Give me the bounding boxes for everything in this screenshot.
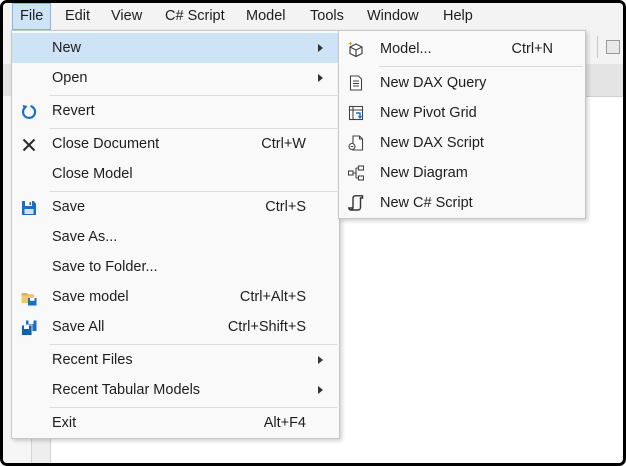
menu-help[interactable]: Help — [436, 3, 480, 30]
menu-item-label: New — [52, 40, 82, 56]
new-model-icon — [348, 41, 363, 57]
submenu-item-label: New DAX Query — [380, 75, 487, 91]
submenu-arrow-icon — [318, 386, 323, 394]
submenu-item-label: Model... — [380, 41, 432, 57]
menubar: File Edit View C# Script Model Tools Win… — [3, 3, 623, 30]
menu-window[interactable]: Window — [360, 3, 426, 30]
dax-query-icon — [349, 75, 363, 91]
menu-item-label: Save As... — [52, 229, 118, 245]
menu-item-open[interactable]: Open — [12, 63, 339, 93]
menu-item-label: Recent Tabular Models — [52, 382, 201, 398]
menu-item-label: Open — [52, 70, 88, 86]
menu-separator — [379, 66, 583, 67]
diagram-icon — [348, 165, 364, 181]
menu-item-shortcut: Ctrl+Shift+S — [227, 319, 306, 335]
submenu-item-pivot-grid[interactable]: New Pivot Grid — [339, 98, 585, 128]
menu-item-label: Save model — [52, 289, 129, 305]
menu-item-label: Save — [52, 199, 86, 215]
save-model-icon — [21, 293, 37, 306]
menu-item-save-model[interactable]: Save model Ctrl+Alt+S — [12, 282, 339, 312]
menu-item-label: Save All — [52, 319, 105, 335]
menu-item-revert[interactable]: Revert — [12, 96, 339, 126]
menu-edit[interactable]: Edit — [58, 3, 97, 30]
submenu-item-label: New C# Script — [380, 195, 473, 211]
application-window: File Edit View C# Script Model Tools Win… — [0, 0, 626, 466]
submenu-arrow-icon — [318, 74, 323, 82]
submenu-item-dax-script[interactable]: New DAX Script — [339, 128, 585, 158]
menu-item-recent-files[interactable]: Recent Files — [12, 345, 339, 375]
save-all-icon — [21, 320, 37, 336]
menu-file[interactable]: File — [12, 3, 52, 30]
file-menu: New Open Revert Close Document Ctrl+W Cl… — [11, 30, 340, 439]
menu-item-save[interactable]: Save Ctrl+S — [12, 192, 339, 222]
dax-script-icon — [348, 135, 364, 151]
menu-item-label: Save to Folder... — [52, 259, 158, 275]
menu-item-exit[interactable]: Exit Alt+F4 — [12, 408, 339, 438]
menu-item-shortcut: Ctrl+Alt+S — [239, 289, 306, 305]
revert-icon — [22, 105, 37, 119]
submenu-item-model[interactable]: Model... Ctrl+N — [339, 34, 585, 64]
menu-item-close-document[interactable]: Close Document Ctrl+W — [12, 129, 339, 159]
submenu-item-diagram[interactable]: New Diagram — [339, 158, 585, 188]
menu-item-label: Revert — [52, 103, 95, 119]
menu-item-recent-tabular-models[interactable]: Recent Tabular Models — [12, 375, 339, 405]
submenu-item-label: New DAX Script — [380, 135, 484, 151]
toolbar-button-icon[interactable] — [606, 40, 620, 54]
csharp-script-icon — [348, 195, 364, 211]
menu-item-save-as[interactable]: Save As... — [12, 222, 339, 252]
submenu-item-csharp-script[interactable]: New C# Script — [339, 188, 585, 218]
menu-item-new[interactable]: New — [12, 33, 339, 63]
menu-item-label: Close Model — [52, 166, 133, 182]
menu-item-save-to-folder[interactable]: Save to Folder... — [12, 252, 339, 282]
toolbar-separator — [597, 36, 598, 58]
menu-csharp-script[interactable]: C# Script — [158, 3, 232, 30]
menu-item-shortcut: Ctrl+W — [261, 136, 306, 152]
menu-model[interactable]: Model — [239, 3, 293, 30]
submenu-item-shortcut: Ctrl+N — [511, 41, 554, 57]
menu-item-label: Exit — [52, 415, 77, 431]
menu-tools[interactable]: Tools — [303, 3, 351, 30]
save-icon — [22, 201, 36, 215]
submenu-item-label: New Diagram — [380, 165, 468, 181]
submenu-arrow-icon — [318, 44, 323, 52]
menu-item-save-all[interactable]: Save All Ctrl+Shift+S — [12, 312, 339, 342]
pivot-grid-icon — [348, 105, 364, 121]
menu-item-shortcut: Alt+F4 — [263, 415, 306, 431]
submenu-item-dax-query[interactable]: New DAX Query — [339, 68, 585, 98]
menu-item-label: Close Document — [52, 136, 160, 152]
close-icon — [22, 138, 36, 152]
menu-item-shortcut: Ctrl+S — [265, 199, 306, 215]
menu-item-close-model[interactable]: Close Model — [12, 159, 339, 189]
submenu-arrow-icon — [318, 356, 323, 364]
new-submenu: Model... Ctrl+N New DAX Query New Pivot … — [338, 30, 586, 219]
menu-item-label: Recent Files — [52, 352, 133, 368]
submenu-item-label: New Pivot Grid — [380, 105, 477, 121]
menu-view[interactable]: View — [104, 3, 149, 30]
